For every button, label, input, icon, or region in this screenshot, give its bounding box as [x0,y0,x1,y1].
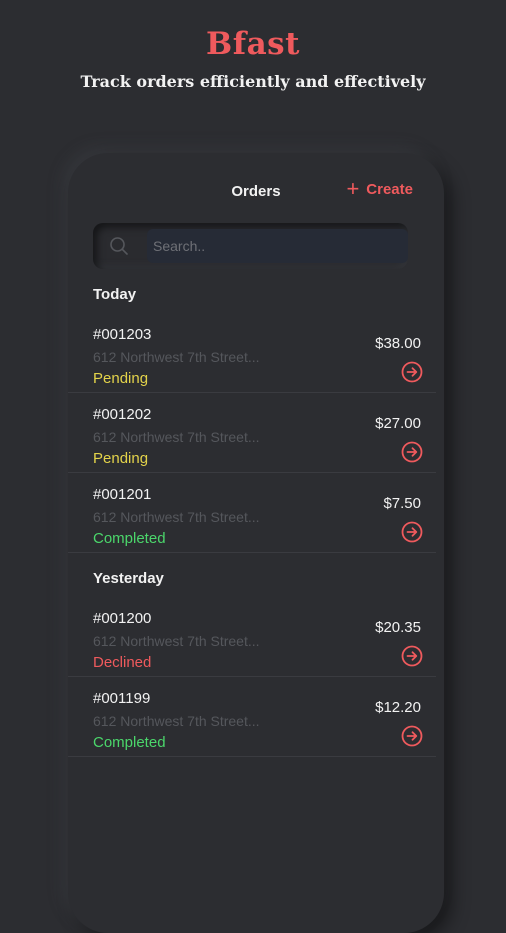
order-price: $38.00 [375,335,421,352]
section-label-yesterday: Yesterday [93,570,164,587]
order-number: #001200 [93,610,152,627]
order-price: $20.35 [375,619,421,636]
arrow-right-circle-icon[interactable] [401,645,423,667]
app-tagline: Track orders efficiently and effectively [80,72,426,91]
section-label-today: Today [93,286,137,303]
order-price: $27.00 [375,415,421,432]
order-address: 612 Northwest 7th Street... [93,633,260,649]
order-address: 612 Northwest 7th Street... [93,509,260,525]
create-button-label: Create [366,180,413,198]
arrow-right-circle-icon[interactable] [401,725,423,747]
app-brand: Bfast [206,26,300,62]
order-row[interactable]: #001199 612 Northwest 7th Street... Comple… [68,677,436,757]
search-bar [93,223,408,269]
arrow-right-circle-icon[interactable] [401,361,423,383]
order-address: 612 Northwest 7th Street... [93,349,260,365]
arrow-right-circle-icon[interactable] [401,441,423,463]
order-price: $7.50 [383,495,421,512]
order-number: #001201 [93,486,152,503]
order-number: #001203 [93,326,152,343]
phone-frame: Orders + Create Today#001203612 Northwes… [68,153,444,933]
status-badge: Completed [93,530,166,547]
status-badge: Declined [93,654,152,671]
order-row[interactable]: #001203 612 Northwest 7th Street... Pendin… [68,313,436,393]
create-order-button[interactable]: + Create [346,176,413,201]
orders-screen: Orders + Create Today#001203612 Northwes… [68,153,444,933]
order-address: 612 Northwest 7th Street... [93,429,260,445]
order-number: #001202 [93,406,152,423]
status-badge: Completed [93,734,166,751]
status-badge: Pending [93,450,149,467]
order-row[interactable]: #001202 612 Northwest 7th Street... Pendin… [68,393,436,473]
arrow-right-circle-icon[interactable] [401,521,423,543]
order-address: 612 Northwest 7th Street... [93,713,260,729]
status-badge: Pending [93,370,149,387]
plus-icon: + [346,176,360,201]
order-number: #001199 [93,690,151,707]
order-row[interactable]: #001201 612 Northwest 7th Street... Comple… [68,473,436,553]
order-row[interactable]: #001200 612 Northwest 7th Street... Declin… [68,597,436,677]
search-input[interactable] [147,229,408,263]
order-price: $12.20 [375,699,421,716]
search-icon [110,237,128,255]
